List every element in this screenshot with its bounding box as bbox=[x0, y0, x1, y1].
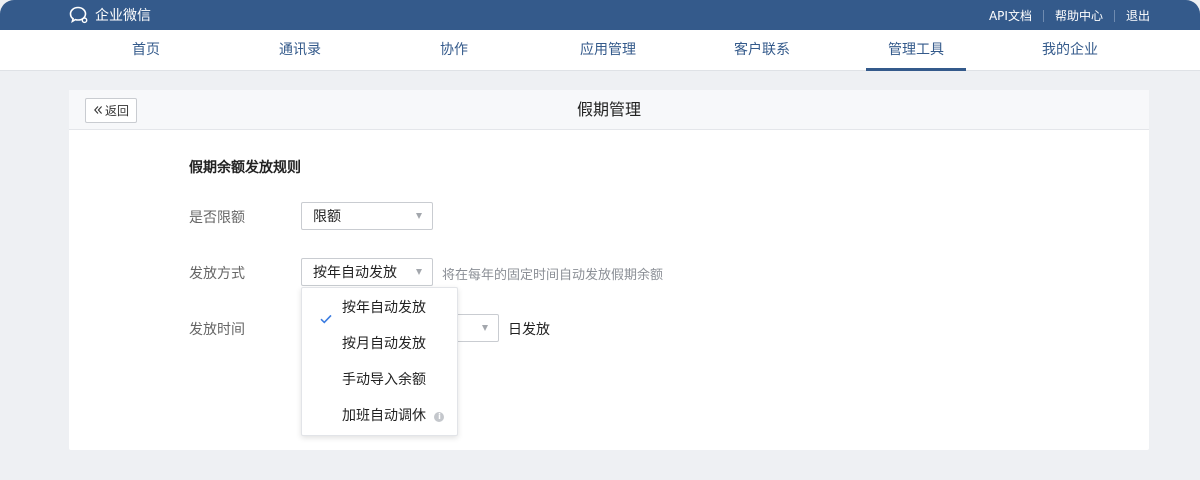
method-value: 按年自动发放 bbox=[313, 265, 397, 281]
option-label: 按年自动发放 bbox=[342, 300, 426, 316]
divider bbox=[1042, 9, 1044, 22]
divider bbox=[1113, 9, 1115, 22]
page-title: 假期管理 bbox=[576, 100, 641, 119]
info-icon[interactable]: i bbox=[434, 412, 445, 422]
nav-management-tools[interactable]: 管理工具 bbox=[866, 30, 966, 71]
logout-link[interactable]: 退出 bbox=[1126, 7, 1150, 24]
time-suffix: 日发放 bbox=[508, 322, 550, 338]
option-label: 按月自动发放 bbox=[342, 336, 426, 352]
wework-logo-icon bbox=[69, 6, 89, 24]
nav-contacts[interactable]: 通讯录 bbox=[250, 30, 350, 70]
top-links: API文档 帮助中心 退出 bbox=[989, 7, 1150, 24]
nav-app-management[interactable]: 应用管理 bbox=[558, 30, 658, 70]
caret-down-icon bbox=[416, 269, 422, 275]
time-label: 发放时间 bbox=[189, 322, 245, 338]
limit-select[interactable]: 限额 bbox=[301, 202, 433, 230]
app-title: 企业微信 bbox=[95, 8, 151, 24]
method-label: 发放方式 bbox=[189, 266, 245, 282]
method-hint: 将在每年的固定时间自动发放假期余额 bbox=[442, 268, 664, 283]
back-button[interactable]: 返回 bbox=[85, 98, 137, 123]
dropdown-option-manual-import[interactable]: 手动导入余额 bbox=[302, 362, 457, 398]
dropdown-option-overtime[interactable]: 加班自动调休 i bbox=[302, 398, 457, 434]
card-header: 假期管理 返回 bbox=[69, 90, 1149, 130]
option-label: 加班自动调休 bbox=[342, 408, 426, 424]
method-select[interactable]: 按年自动发放 bbox=[301, 258, 433, 286]
option-label: 手动导入余额 bbox=[342, 372, 426, 388]
method-dropdown: 按年自动发放 按月自动发放 手动导入余额 加班自动调休 i bbox=[301, 287, 458, 436]
limit-value: 限额 bbox=[313, 209, 341, 225]
back-label: 返回 bbox=[104, 104, 129, 118]
nav-collaboration[interactable]: 协作 bbox=[404, 30, 504, 70]
double-chevron-left-icon bbox=[93, 104, 103, 118]
api-docs-link[interactable]: API文档 bbox=[989, 7, 1032, 24]
limit-label: 是否限额 bbox=[189, 210, 245, 226]
main-nav: 首页 通讯录 协作 应用管理 客户联系 管理工具 我的企业 bbox=[0, 30, 1200, 71]
nav-customer-contact[interactable]: 客户联系 bbox=[712, 30, 812, 70]
dropdown-option-monthly[interactable]: 按月自动发放 bbox=[302, 326, 457, 362]
brand[interactable]: 企业微信 bbox=[69, 5, 151, 25]
help-center-link[interactable]: 帮助中心 bbox=[1055, 7, 1103, 24]
nav-home[interactable]: 首页 bbox=[96, 30, 196, 70]
caret-down-icon bbox=[482, 325, 488, 331]
section-title: 假期余额发放规则 bbox=[189, 160, 301, 176]
caret-down-icon bbox=[416, 213, 422, 219]
dropdown-option-yearly[interactable]: 按年自动发放 bbox=[302, 290, 457, 326]
content-card: 假期管理 返回 假期余额发放规则 是否限额 限额 发放方式 按年自动发放 将在每… bbox=[69, 90, 1149, 450]
nav-my-enterprise[interactable]: 我的企业 bbox=[1020, 30, 1120, 70]
top-bar: 企业微信 API文档 帮助中心 退出 bbox=[0, 0, 1200, 30]
